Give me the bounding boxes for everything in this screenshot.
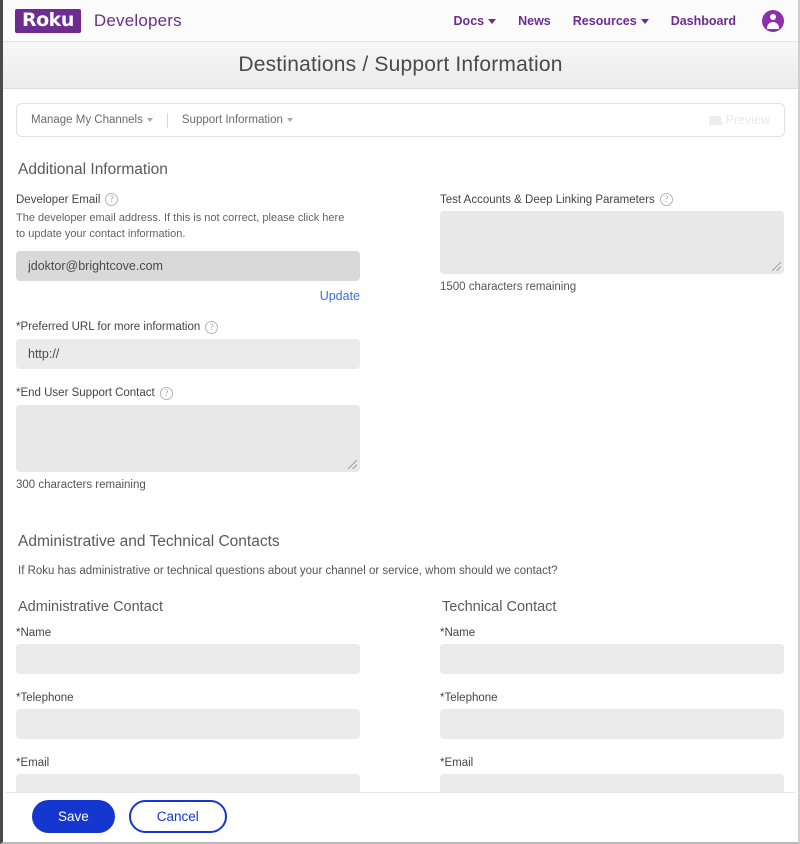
section-heading-contacts: Administrative and Technical Contacts [18,532,280,550]
chevron-down-icon [146,118,153,122]
developer-email-label: Developer Email [16,193,101,206]
nav-item-resources[interactable]: Resources [573,14,649,28]
admin-name-input[interactable] [16,643,360,674]
end-user-support-char-count: 300 characters remaining [16,478,146,491]
contacts-description: If Roku has administrative or technical … [18,564,558,577]
test-accounts-char-count: 1500 characters remaining [440,281,577,293]
developer-email-description: The developer email address. If this is … [16,212,345,240]
test-accounts-textarea[interactable] [440,211,784,274]
field-developer-email: Developer Email ? The developer email ad… [16,193,360,303]
developer-email-label-row: Developer Email ? [16,193,360,206]
admin-email-label: *Email [16,756,50,769]
additional-information-columns: Developer Email ? The developer email ad… [16,193,785,509]
nav-links: Docs News Resources Dashboard [454,9,784,32]
breadcrumb-item-support-information-label: Support Information [181,114,283,126]
breadcrumb: Manage My Channels Support Information P… [16,103,785,137]
breadcrumb-item-support-information[interactable]: Support Information [182,114,293,126]
page-title: Destinations / Support Information [238,53,563,76]
main-content: Manage My Channels Support Information P… [3,103,798,822]
field-end-user-support-contact: *End User Support Contact ? 300 characte… [16,386,360,491]
question-mark-icon[interactable]: ? [659,193,673,206]
breadcrumb-item-manage-my-channels-label: Manage My Channels [31,114,143,126]
chevron-down-icon [286,118,293,122]
additional-information-right-column: Test Accounts & Deep Linking Parameters … [440,193,784,509]
brand-developers-label: Developers [93,10,182,30]
field-preferred-url: *Preferred URL for more information ? [16,320,360,369]
field-test-accounts: Test Accounts & Deep Linking Parameters … [440,193,784,293]
field-tech-name: *Name [440,627,784,674]
technical-contact-column: Technical Contact *Name *Telephone *Emai… [440,599,784,822]
question-mark-icon[interactable]: ? [159,386,173,400]
contacts-columns: Administrative Contact *Name *Telephone … [16,599,785,822]
end-user-support-textarea-wrap [16,404,360,472]
administrative-contact-heading: Administrative Contact [18,598,164,615]
brand-logo-group[interactable]: Roku Developers [15,8,182,33]
end-user-support-label-row: *End User Support Contact ? [16,386,360,400]
test-accounts-textarea-wrap [440,211,784,274]
preferred-url-input[interactable] [16,338,360,369]
end-user-support-label: *End User Support Contact [16,387,155,400]
preview-button-label: Preview [725,113,770,127]
nav-item-dashboard[interactable]: Dashboard [671,14,736,28]
nav-item-news[interactable]: News [518,14,551,28]
preview-button[interactable]: Preview [708,113,770,127]
save-button[interactable]: Save [32,800,115,833]
tech-telephone-label: *Telephone [440,691,498,704]
page-title-band: Destinations / Support Information [3,42,798,89]
cancel-button[interactable]: Cancel [128,800,227,833]
field-tech-telephone: *Telephone [440,692,784,739]
field-admin-telephone: *Telephone [16,692,360,739]
nav-item-docs-label: Docs [453,13,485,28]
nav-item-docs[interactable]: Docs [454,14,497,28]
admin-telephone-input[interactable] [16,708,360,739]
tech-name-input[interactable] [440,643,784,674]
test-accounts-label: Test Accounts & Deep Linking Parameters [440,193,655,206]
section-heading-additional-information: Additional Information [18,161,168,178]
tech-telephone-input[interactable] [440,708,784,739]
app-window: Roku Developers Docs News Resources Dash… [0,0,800,844]
field-admin-name: *Name [16,627,360,674]
tech-email-label: *Email [440,756,474,769]
question-mark-icon[interactable]: ? [105,193,119,206]
test-accounts-label-row: Test Accounts & Deep Linking Parameters … [440,193,784,206]
user-avatar-icon[interactable] [762,9,784,32]
chevron-down-icon [640,19,649,24]
preferred-url-label-row: *Preferred URL for more information ? [16,320,360,334]
top-navigation-bar: Roku Developers Docs News Resources Dash… [3,0,798,42]
preferred-url-label: *Preferred URL for more information [16,321,201,334]
tech-name-label: *Name [440,626,476,639]
breadcrumb-item-manage-my-channels[interactable]: Manage My Channels [31,114,153,126]
additional-information-left-column: Developer Email ? The developer email ad… [16,193,360,509]
form-action-bar: Save Cancel [6,792,796,840]
nav-item-resources-label: Resources [572,13,637,28]
developer-email-input[interactable] [16,250,360,281]
monitor-icon [708,115,723,125]
technical-contact-heading: Technical Contact [442,598,557,615]
update-link[interactable]: Update [16,289,360,303]
question-mark-icon[interactable]: ? [205,320,219,334]
roku-logo: Roku [15,8,81,33]
nav-item-dashboard-label: Dashboard [670,13,736,28]
admin-name-label: *Name [16,626,52,639]
nav-item-news-label: News [518,13,551,28]
chevron-down-icon [488,19,497,24]
administrative-contact-column: Administrative Contact *Name *Telephone … [16,599,360,822]
admin-telephone-label: *Telephone [16,691,74,704]
breadcrumb-divider [166,112,168,128]
end-user-support-textarea[interactable] [16,404,360,472]
